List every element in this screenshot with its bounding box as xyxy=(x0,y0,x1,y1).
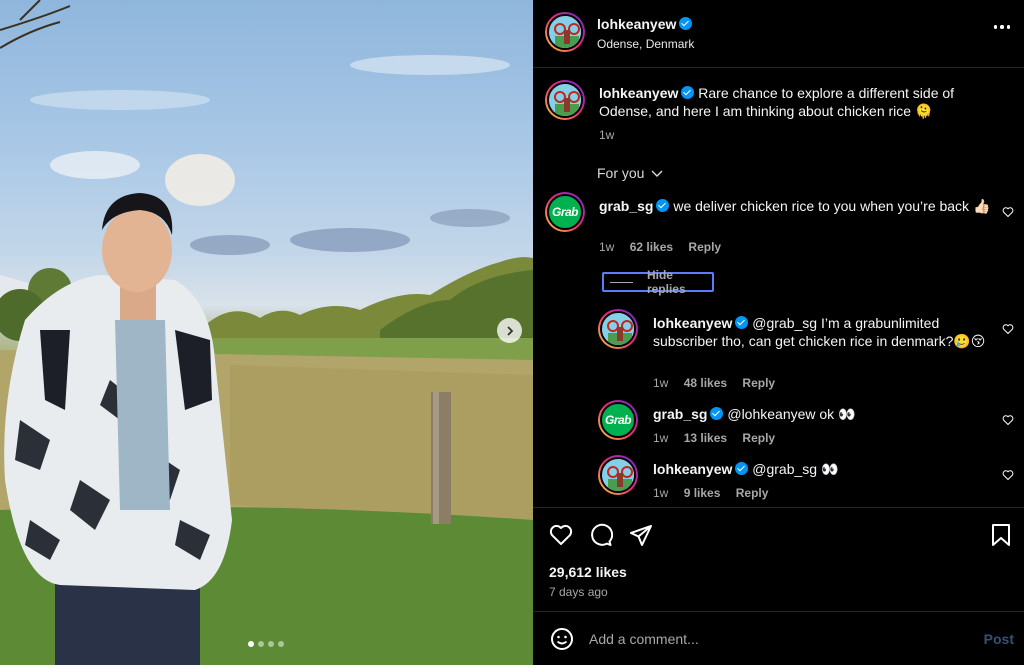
comment-username[interactable]: grab_sg xyxy=(599,198,653,214)
avatar[interactable] xyxy=(545,80,585,120)
verified-icon xyxy=(710,407,724,420)
caption-timestamp[interactable]: 1w xyxy=(599,128,614,142)
reply-text: @lohkeanyew ok 👀 xyxy=(727,406,856,422)
post-location[interactable]: Odense, Denmark xyxy=(597,37,694,51)
reply-time[interactable]: 1w xyxy=(653,486,668,500)
reply-text-block: grab_sg @lohkeanyew ok 👀 xyxy=(653,405,993,423)
comment-sort-dropdown[interactable]: For you xyxy=(597,165,663,181)
reply-button[interactable]: Reply xyxy=(736,486,769,500)
reply-username[interactable]: grab_sg xyxy=(653,406,707,422)
post-photo[interactable] xyxy=(0,0,533,665)
carousel-dot xyxy=(278,641,284,647)
share-icon[interactable] xyxy=(629,523,653,547)
reply-meta: 1w 13 likes Reply xyxy=(653,431,775,445)
reply-item: Grab grab_sg @lohkeanyew ok 👀 1w 13 like… xyxy=(533,400,1024,446)
post-author-username[interactable]: lohkeanyew xyxy=(597,16,693,32)
verified-icon xyxy=(679,17,693,30)
chevron-down-icon xyxy=(651,170,663,177)
add-comment-bar: Add a comment... Post xyxy=(533,611,1024,665)
reply-username[interactable]: lohkeanyew xyxy=(653,461,732,477)
reply-text: @grab_sg 👀 xyxy=(752,461,839,477)
comment-meta: 1w 62 likes Reply xyxy=(599,240,721,254)
photo-scene xyxy=(0,0,533,665)
comment-text: we deliver chicken rice to you when you’… xyxy=(673,198,991,214)
carousel-dot xyxy=(248,641,254,647)
carousel-indicator xyxy=(248,641,284,647)
caption-username[interactable]: lohkeanyew xyxy=(599,85,678,101)
post-comment-button[interactable]: Post xyxy=(984,631,1014,647)
reply-likes[interactable]: 13 likes xyxy=(684,431,727,445)
bookmark-icon[interactable] xyxy=(990,523,1012,547)
post-side-panel: lohkeanyew Odense, Denmark lohkeanyew Ra… xyxy=(533,0,1024,665)
more-icon xyxy=(993,25,997,29)
more-options-button[interactable] xyxy=(993,25,1010,29)
comment-likes[interactable]: 62 likes xyxy=(630,240,673,254)
avatar[interactable]: Grab xyxy=(545,192,585,232)
grab-logo: Grab xyxy=(604,413,632,427)
grab-logo: Grab xyxy=(551,205,579,219)
emoji-icon[interactable] xyxy=(550,627,574,651)
avatar[interactable]: Grab xyxy=(598,400,638,440)
reply-button[interactable]: Reply xyxy=(688,240,721,254)
carousel-next-button[interactable] xyxy=(497,318,522,343)
heart-icon[interactable] xyxy=(1002,469,1014,481)
heart-icon[interactable] xyxy=(549,523,573,547)
reply-button[interactable]: Reply xyxy=(742,376,775,390)
hide-replies-label: Hide replies xyxy=(646,268,686,296)
reply-time[interactable]: 1w xyxy=(653,431,668,445)
avatar[interactable] xyxy=(598,309,638,349)
reply-text-block: lohkeanyew @grab_sg 👀 xyxy=(653,460,993,478)
comment-text-block: grab_sg we deliver chicken rice to you w… xyxy=(599,197,994,215)
verified-icon xyxy=(656,199,670,212)
chevron-right-icon xyxy=(506,325,513,336)
reply-thread-line xyxy=(610,281,633,283)
reply-meta: 1w 48 likes Reply xyxy=(653,376,775,390)
carousel-dot xyxy=(268,641,274,647)
post-header: lohkeanyew Odense, Denmark xyxy=(533,0,1024,68)
reply-meta: 1w 9 likes Reply xyxy=(653,486,768,500)
reply-button[interactable]: Reply xyxy=(742,431,775,445)
verified-icon xyxy=(735,316,749,329)
username-text[interactable]: lohkeanyew xyxy=(597,16,676,32)
add-comment-input[interactable]: Add a comment... xyxy=(589,631,699,647)
reply-item: lohkeanyew @grab_sg 👀 1w 9 likes Reply xyxy=(533,455,1024,501)
heart-icon[interactable] xyxy=(1002,323,1014,335)
heart-icon[interactable] xyxy=(1002,414,1014,426)
comment-time[interactable]: 1w xyxy=(599,240,614,254)
comment-item: Grab grab_sg we deliver chicken rice to … xyxy=(533,192,1024,262)
hide-replies-button[interactable]: Hide replies xyxy=(602,268,714,296)
comment-icon[interactable] xyxy=(589,523,613,547)
reply-item: lohkeanyew @grab_sg I’m a grabunlimited … xyxy=(533,309,1024,390)
post-actions-bar: 29,612 likes 7 days ago xyxy=(533,507,1024,611)
caption-text-block: lohkeanyew Rare chance to explore a diff… xyxy=(599,84,979,120)
reply-text-block: lohkeanyew @grab_sg I’m a grabunlimited … xyxy=(653,314,993,350)
carousel-dot xyxy=(258,641,264,647)
avatar[interactable] xyxy=(545,12,585,52)
verified-icon xyxy=(681,86,695,99)
post-likes-count[interactable]: 29,612 likes xyxy=(549,564,627,580)
verified-icon xyxy=(735,462,749,475)
avatar[interactable] xyxy=(598,455,638,495)
heart-icon[interactable] xyxy=(1002,206,1014,218)
reply-username[interactable]: lohkeanyew xyxy=(653,315,732,331)
sort-label: For you xyxy=(597,165,645,181)
reply-time[interactable]: 1w xyxy=(653,376,668,390)
post-timestamp[interactable]: 7 days ago xyxy=(549,585,608,599)
reply-likes[interactable]: 48 likes xyxy=(684,376,727,390)
reply-likes[interactable]: 9 likes xyxy=(684,486,721,500)
